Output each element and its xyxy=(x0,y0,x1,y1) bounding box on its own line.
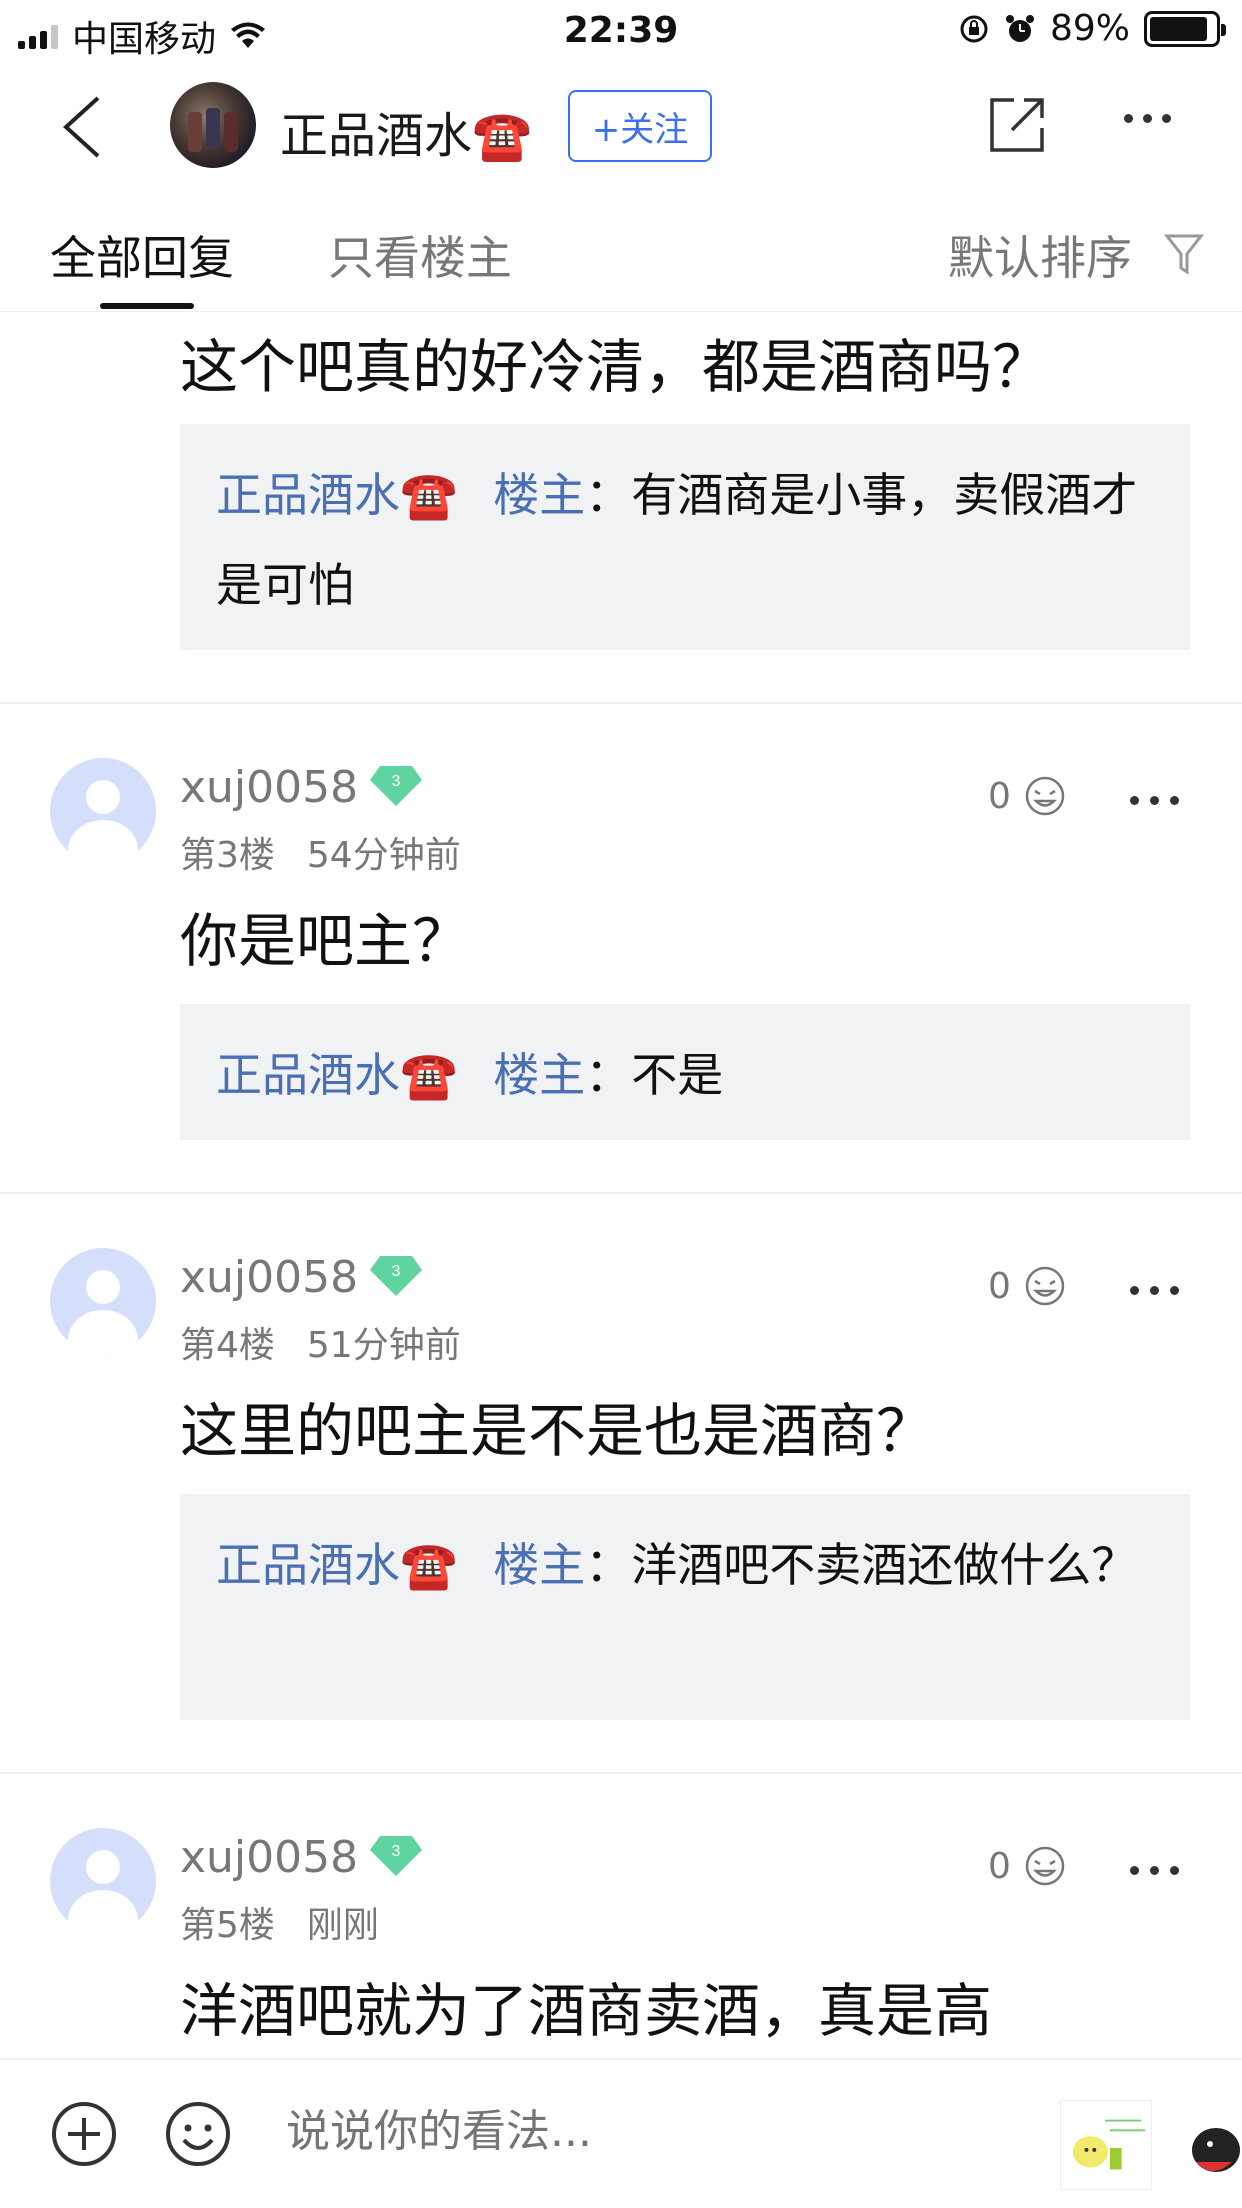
battery-fill xyxy=(1150,16,1207,41)
status-bar: 中国移动 22:39 89% xyxy=(0,0,1242,62)
avatar[interactable] xyxy=(50,1828,156,1934)
floor-number: 第4楼 xyxy=(180,1325,275,1366)
owner-tag: 楼主 xyxy=(493,1048,586,1102)
post-time: 54分钟前 xyxy=(306,835,461,876)
username[interactable]: xuj0058 xyxy=(180,1252,358,1303)
owner-tag: 楼主 xyxy=(493,468,586,522)
laugh-emoji-icon xyxy=(1025,1846,1065,1886)
reply-text: ：不是 xyxy=(585,1048,724,1102)
floor-number: 第5楼 xyxy=(180,1905,275,1946)
post-more-icon[interactable] xyxy=(1130,1286,1179,1295)
sticker-thumbnail[interactable] xyxy=(1182,2100,1242,2190)
level-badge-icon: 3 xyxy=(370,1256,422,1296)
laugh-emoji-icon xyxy=(1025,776,1065,816)
avatar[interactable] xyxy=(50,758,156,864)
reply-box[interactable]: 正品酒水☎️ 楼主：不是 xyxy=(180,1004,1190,1140)
divider xyxy=(0,1772,1242,1774)
back-arrow-icon[interactable] xyxy=(58,92,108,162)
laugh-emoji-icon xyxy=(1025,1266,1065,1306)
svg-text:3: 3 xyxy=(392,1843,401,1860)
avatar[interactable] xyxy=(50,1248,156,1354)
like-count: 0 xyxy=(988,1265,1011,1307)
sort-dropdown[interactable]: 默认排序 xyxy=(948,222,1132,288)
owner-tag: 楼主 xyxy=(493,1538,586,1592)
post-text: 洋酒吧就为了酒商卖酒，真是高 xyxy=(180,1977,993,2045)
level-badge-icon: 3 xyxy=(370,766,422,806)
post-time: 刚刚 xyxy=(306,1905,379,1946)
battery-icon xyxy=(1144,10,1226,47)
battery-percent: 89% xyxy=(1049,8,1130,49)
like-count: 0 xyxy=(988,1845,1011,1887)
svg-text:3: 3 xyxy=(392,773,401,790)
post-meta: 第3楼 54分钟前 xyxy=(180,826,461,878)
nav-bar: 正品酒水☎️ +关注 xyxy=(0,62,1242,192)
tab-all-replies[interactable]: 全部回复 xyxy=(50,222,234,288)
post-meta: 第4楼 51分钟前 xyxy=(180,1316,461,1368)
post-more-icon[interactable] xyxy=(1130,796,1179,805)
reply-box[interactable]: 正品酒水☎️ 楼主：洋酒吧不卖酒还做什么？ xyxy=(180,1494,1190,1720)
filter-icon[interactable] xyxy=(1164,232,1204,276)
post-text: 你是吧主？ xyxy=(180,907,471,975)
floor-number: 第3楼 xyxy=(180,835,275,876)
like-button[interactable]: 0 xyxy=(988,1264,1067,1308)
forum-title[interactable]: 正品酒水☎️ xyxy=(280,96,532,166)
alarm-icon xyxy=(1005,14,1034,42)
forum-avatar[interactable] xyxy=(170,82,256,168)
reply-box[interactable]: 正品酒水☎️ 楼主：有酒商是小事，卖假酒才是可怕 xyxy=(180,424,1190,650)
tab-owner-only[interactable]: 只看楼主 xyxy=(328,222,512,288)
post-text: 这里的吧主是不是也是酒商？ xyxy=(180,1397,935,1465)
post-text: 这个吧真的好冷清，都是酒商吗？ xyxy=(180,333,1051,401)
post-meta: 第5楼 刚刚 xyxy=(180,1896,379,1948)
reply-author[interactable]: 正品酒水☎️ xyxy=(216,1538,457,1592)
like-button[interactable]: 0 xyxy=(988,1844,1067,1888)
active-tab-indicator xyxy=(100,303,194,309)
username[interactable]: xuj0058 xyxy=(180,762,358,813)
reply-tabs: 全部回复 只看楼主 默认排序 xyxy=(0,192,1242,312)
comment-bar xyxy=(0,2058,1242,2208)
username[interactable]: xuj0058 xyxy=(180,1832,358,1883)
sticker-thumbnail[interactable] xyxy=(1060,2100,1152,2190)
like-button[interactable]: 0 xyxy=(988,774,1067,818)
rotation-lock-icon xyxy=(960,15,988,42)
comment-input[interactable] xyxy=(286,2106,986,2157)
post-more-icon[interactable] xyxy=(1130,1866,1179,1875)
reply-author[interactable]: 正品酒水☎️ xyxy=(216,468,457,522)
share-icon[interactable] xyxy=(988,96,1046,154)
post-time: 51分钟前 xyxy=(306,1325,461,1366)
more-options-icon[interactable] xyxy=(1124,114,1171,123)
divider xyxy=(0,1192,1242,1194)
divider xyxy=(0,702,1242,704)
svg-text:3: 3 xyxy=(392,1263,401,1280)
reply-text: ：洋酒吧不卖酒还做什么？ xyxy=(585,1538,1138,1592)
like-count: 0 xyxy=(988,775,1011,817)
add-attachment-icon[interactable] xyxy=(50,2100,118,2168)
reply-author[interactable]: 正品酒水☎️ xyxy=(216,1048,457,1102)
emoji-icon[interactable] xyxy=(164,2100,232,2168)
level-badge-icon: 3 xyxy=(370,1836,422,1876)
follow-button[interactable]: +关注 xyxy=(568,90,712,162)
